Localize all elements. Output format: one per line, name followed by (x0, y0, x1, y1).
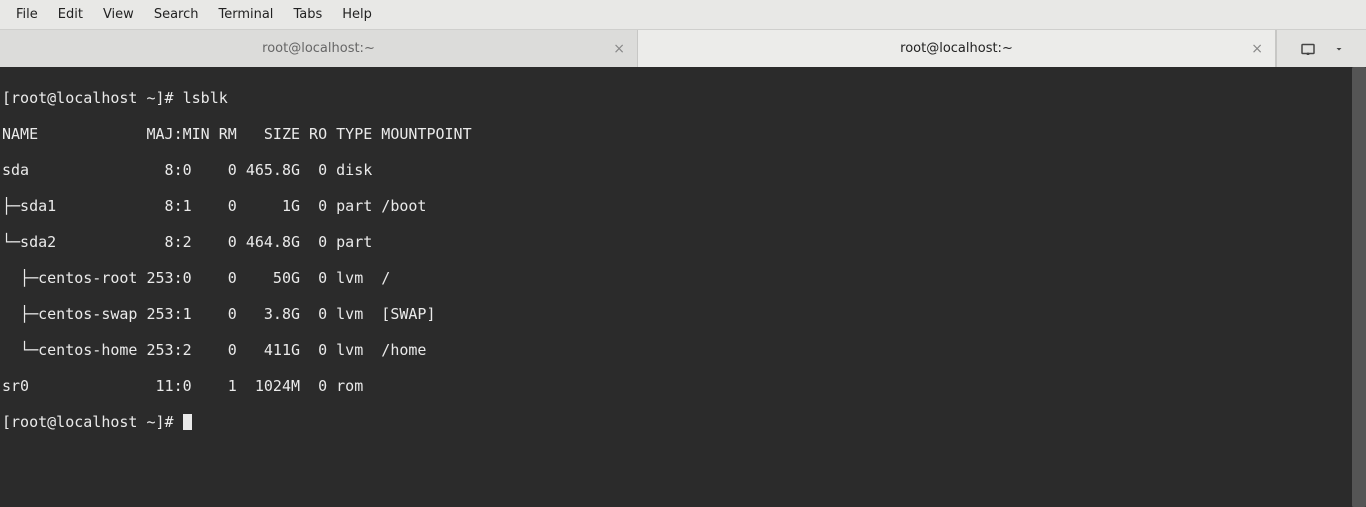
lsblk-header: NAME MAJ:MIN RM SIZE RO TYPE MOUNTPOINT (2, 125, 1366, 143)
tab-1-close-icon[interactable]: × (613, 42, 625, 56)
menu-edit[interactable]: Edit (48, 3, 93, 26)
tab-2-title: root@localhost:~ (900, 41, 1013, 56)
tabbar: root@localhost:~ × root@localhost:~ × (0, 30, 1366, 67)
scrollbar-track[interactable] (1352, 67, 1366, 507)
prompt-line-1: [root@localhost ~]# lsblk (2, 89, 1366, 107)
tab-2-close-icon[interactable]: × (1251, 42, 1263, 56)
tab-tools (1276, 30, 1366, 67)
terminal-output[interactable]: [root@localhost ~]# lsblk NAME MAJ:MIN R… (0, 67, 1366, 507)
tab-1[interactable]: root@localhost:~ × (0, 30, 638, 67)
tab-2[interactable]: root@localhost:~ × (638, 30, 1276, 67)
cursor (183, 414, 192, 430)
lsblk-row: sda 8:0 0 465.8G 0 disk (2, 161, 1366, 179)
lsblk-row: ├─centos-swap 253:1 0 3.8G 0 lvm [SWAP] (2, 305, 1366, 323)
lsblk-row: └─centos-home 253:2 0 411G 0 lvm /home (2, 341, 1366, 359)
scrollbar-thumb[interactable] (1352, 67, 1366, 507)
menu-view[interactable]: View (93, 3, 144, 26)
chevron-down-icon[interactable] (1333, 43, 1345, 55)
prompt-line-2: [root@localhost ~]# (2, 413, 1366, 431)
menu-tabs[interactable]: Tabs (283, 3, 332, 26)
lsblk-row: ├─sda1 8:1 0 1G 0 part /boot (2, 197, 1366, 215)
tab-1-title: root@localhost:~ (262, 41, 375, 56)
menubar: File Edit View Search Terminal Tabs Help (0, 0, 1366, 30)
lsblk-row: └─sda2 8:2 0 464.8G 0 part (2, 233, 1366, 251)
broadcast-icon[interactable] (1299, 40, 1317, 58)
menu-help[interactable]: Help (332, 3, 382, 26)
menu-search[interactable]: Search (144, 3, 209, 26)
lsblk-row: ├─centos-root 253:0 0 50G 0 lvm / (2, 269, 1366, 287)
menu-terminal[interactable]: Terminal (208, 3, 283, 26)
menu-file[interactable]: File (6, 3, 48, 26)
lsblk-row: sr0 11:0 1 1024M 0 rom (2, 377, 1366, 395)
